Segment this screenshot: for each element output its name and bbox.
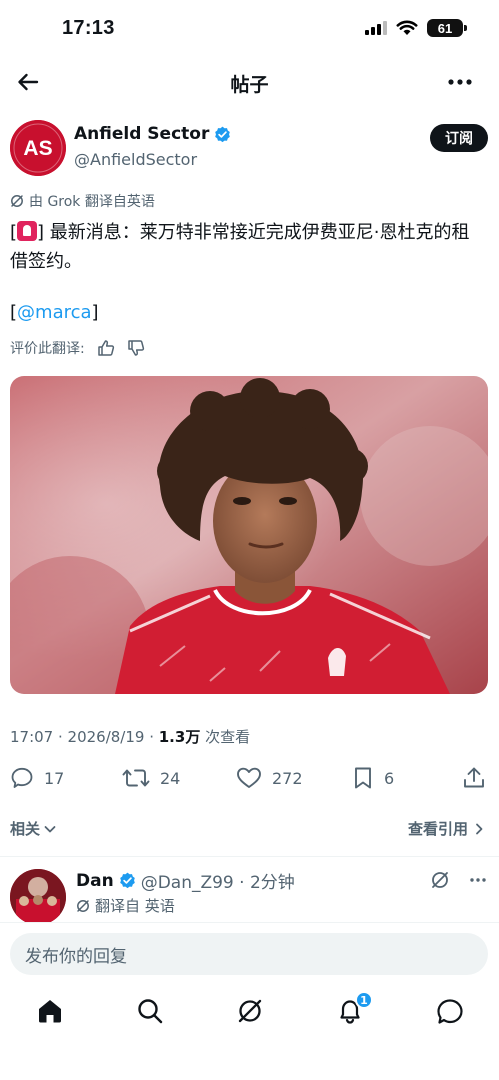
tweet-timestamp: 17:07 · 2026/8/19 ·	[10, 728, 159, 746]
more-icon[interactable]	[468, 870, 488, 890]
verified-badge-icon	[119, 872, 135, 889]
share-button[interactable]	[462, 766, 486, 790]
more-icon[interactable]	[445, 69, 475, 95]
translation-note[interactable]: 由 Grok 翻译自英语	[10, 191, 155, 211]
retweet-count: 24	[160, 768, 181, 788]
page-title: 帖子	[230, 74, 269, 96]
related-label: 相关	[10, 820, 41, 838]
like-count: 272	[272, 768, 303, 788]
status-bar: 17:13 61	[0, 0, 499, 60]
signal-icon	[365, 21, 387, 35]
compose-bar: 发布你的回复	[0, 922, 499, 984]
retweet-button[interactable]: 24	[122, 766, 180, 790]
grok-icon	[11, 195, 23, 207]
reply-icon	[11, 767, 33, 788]
tweet-text-body: ] 最新消息：莱万特非常接近完成伊费亚尼·恩杜克的租借签约。	[10, 222, 470, 272]
author-name-row[interactable]: Anfield Sector	[74, 124, 231, 144]
view-quotes-link[interactable]: 查看引用	[408, 818, 486, 839]
bottom-tab-bar: 1	[0, 990, 499, 1040]
thumbs-down-icon[interactable]	[127, 339, 145, 357]
views-count: 1.3万	[158, 728, 201, 746]
notifications-badge: 1	[355, 991, 373, 1009]
translation-note-text: 由 Grok 翻译自英语	[29, 194, 155, 210]
subscribe-button[interactable]: 订阅	[430, 124, 488, 152]
home-icon[interactable]	[35, 996, 65, 1026]
battery-icon: 61	[427, 19, 467, 37]
wifi-icon	[396, 20, 418, 35]
battery-level: 61	[437, 20, 453, 36]
reply-button[interactable]: 17	[10, 766, 64, 790]
reply-item[interactable]: Dan @Dan_Z99 · 2分钟 翻译自 英语	[10, 866, 490, 926]
verified-badge-icon	[215, 126, 231, 142]
reply-input[interactable]: 发布你的回复	[10, 933, 488, 975]
status-time: 17:13	[62, 17, 115, 39]
messages-icon[interactable]	[435, 996, 465, 1026]
mention-link[interactable]: @marca	[17, 302, 92, 323]
related-toggle[interactable]: 相关	[10, 818, 57, 839]
views-label: 次查看	[200, 728, 251, 746]
tweet-text-open: [	[10, 222, 18, 243]
chevron-down-icon	[44, 825, 56, 832]
reply-author-name[interactable]: Dan	[76, 871, 114, 891]
retweet-icon	[122, 769, 150, 787]
reply-count: 17	[44, 768, 65, 788]
nav-bar: 帖子	[0, 60, 499, 104]
tweet-text: [] 最新消息：莱万特非常接近完成伊费亚尼·恩杜克的租借签约。	[10, 218, 485, 276]
tweet-meta: 17:07 · 2026/8/19 · 1.3万 次查看	[10, 726, 250, 747]
author-avatar[interactable]: AS	[10, 120, 66, 176]
thumbs-up-icon[interactable]	[97, 339, 115, 357]
related-row: 相关 查看引用	[10, 818, 488, 842]
bookmark-icon	[355, 767, 371, 789]
notifications-tab[interactable]: 1	[335, 991, 373, 1026]
author-handle[interactable]: @AnfieldSector	[74, 150, 197, 169]
grok-icon[interactable]	[430, 870, 450, 890]
action-bar: 17 24 272 6	[10, 766, 488, 796]
reply-handle-time: @Dan_Z99 · 2分钟	[140, 873, 295, 893]
mention-open: [	[10, 302, 18, 323]
avatar-logo-text: AS	[23, 137, 52, 160]
mention-close: ]	[91, 302, 99, 323]
bookmark-button[interactable]: 6	[352, 766, 394, 790]
grok-icon	[77, 899, 89, 912]
rate-translation-row: 评价此翻译:	[10, 338, 145, 358]
chevron-right-icon	[476, 823, 483, 834]
reply-translation-text: 翻译自 英语	[95, 897, 175, 915]
divider	[0, 856, 499, 857]
status-icons: 61	[365, 19, 467, 37]
rate-translation-label: 评价此翻译:	[10, 341, 85, 357]
bookmark-count: 6	[384, 768, 395, 788]
share-icon	[464, 767, 484, 788]
author-name[interactable]: Anfield Sector	[74, 124, 209, 144]
like-icon	[237, 767, 261, 788]
reply-avatar[interactable]	[10, 869, 66, 925]
search-icon[interactable]	[135, 996, 165, 1026]
reply-translation-note[interactable]: 翻译自 英语	[76, 895, 175, 916]
tweet-photo[interactable]	[10, 376, 488, 694]
grok-tab-icon[interactable]	[235, 996, 265, 1026]
mention-line: [@marca]	[10, 302, 99, 323]
view-quotes-label: 查看引用	[407, 820, 468, 838]
reply-header: Dan @Dan_Z99 · 2分钟	[76, 868, 295, 894]
like-button[interactable]: 272	[236, 766, 303, 790]
siren-emoji-icon	[17, 221, 38, 241]
